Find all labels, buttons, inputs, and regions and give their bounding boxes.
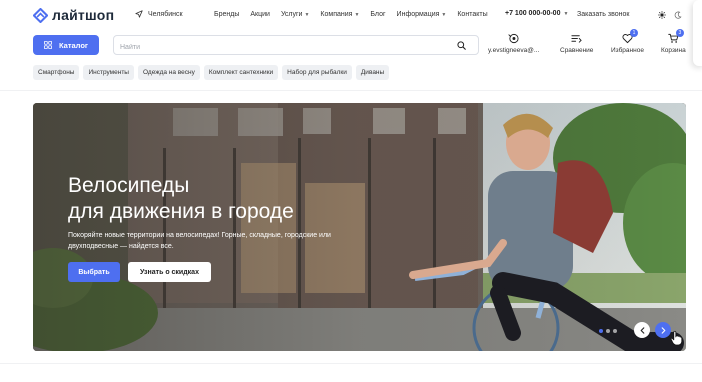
slider-dot-1[interactable]	[599, 329, 603, 333]
heart-icon: 1	[622, 29, 638, 44]
logo-mark-icon	[33, 7, 48, 23]
chip-spring-clothes[interactable]: Одежда на весну	[137, 65, 200, 80]
chip-sofas[interactable]: Диваны	[355, 65, 390, 80]
account-label: y.evstigneeva@...	[488, 47, 540, 54]
pointer-hand-icon	[670, 330, 683, 346]
catalog-button[interactable]: Каталог	[33, 35, 99, 55]
nav-item-company[interactable]: Компания ▼	[320, 11, 359, 18]
banner-title: Велосипеды для движения в городе	[68, 174, 294, 223]
location-arrow-icon	[135, 10, 143, 18]
compare-label: Сравнение	[560, 47, 594, 54]
slider-dot-2[interactable]	[606, 329, 610, 333]
nav-item-blog[interactable]: Блог	[370, 11, 385, 18]
chevron-down-icon: ▼	[304, 11, 310, 18]
logo[interactable]: лайтшоп	[33, 7, 114, 23]
slider-dots	[599, 329, 620, 333]
banner-photo	[33, 103, 686, 351]
hero-banner: Велосипеды для движения в городе Покоряй…	[33, 103, 686, 351]
nav-item-promotions[interactable]: Акции	[250, 11, 270, 18]
quick-categories: Смартфоны Инструменты Одежда на весну Ко…	[33, 65, 393, 80]
account-button[interactable]: y.evstigneeva@...	[488, 33, 539, 54]
side-panel-edge	[693, 0, 702, 66]
chevron-down-icon: ▼	[563, 10, 569, 17]
header-divider	[0, 90, 702, 91]
slider-prev-button[interactable]	[634, 322, 650, 338]
discounts-button[interactable]: Узнать о скидках	[128, 262, 211, 282]
content-divider	[0, 363, 702, 364]
nav-item-contacts[interactable]: Контакты	[457, 11, 487, 18]
chevron-right-icon	[661, 326, 665, 334]
slider-dot-3[interactable]	[613, 329, 617, 333]
nav-item-brands[interactable]: Бренды	[214, 11, 239, 18]
cart-icon: 3	[668, 29, 684, 44]
chevron-left-icon	[640, 326, 644, 334]
banner-description: Покоряйте новые территории на велосипеда…	[68, 232, 331, 250]
nav-item-information[interactable]: Информация ▼	[397, 11, 447, 18]
callback-link[interactable]: Заказать звонок	[577, 11, 629, 18]
slider-next-button[interactable]	[655, 322, 671, 338]
cart-count-badge: 3	[675, 29, 684, 37]
city-selector[interactable]: Челябинск	[135, 10, 183, 18]
chevron-down-icon: ▼	[441, 11, 447, 18]
logo-text: лайтшоп	[52, 7, 115, 23]
favorites-label: Избранное	[611, 47, 644, 54]
compare-icon	[571, 33, 582, 44]
phone-number[interactable]: +7 100 000-00-00 ▼	[505, 10, 568, 17]
chip-fishing-set[interactable]: Набор для рыбалки	[282, 65, 352, 80]
user-icon	[508, 33, 519, 44]
theme-toggle[interactable]	[654, 8, 686, 22]
search-icon[interactable]	[457, 41, 466, 50]
sun-icon[interactable]	[658, 11, 666, 19]
cart-button[interactable]: 3 Корзина	[661, 29, 686, 54]
catalog-grid-icon	[44, 41, 52, 49]
city-label: Челябинск	[148, 10, 183, 18]
top-bar: лайтшоп Челябинск Бренды Акции Услуги ▼ К…	[0, 0, 702, 30]
favorites-count-badge: 1	[629, 29, 638, 37]
chip-smartphones[interactable]: Смартфоны	[33, 65, 80, 80]
search-input[interactable]	[114, 38, 434, 57]
chip-tools[interactable]: Инструменты	[83, 65, 134, 80]
chevron-down-icon: ▼	[354, 11, 360, 18]
choose-button[interactable]: Выбрать	[68, 262, 120, 282]
cart-label: Корзина	[661, 47, 686, 54]
moon-icon[interactable]	[674, 11, 682, 19]
chip-plumbing-set[interactable]: Комплект сантехники	[203, 65, 279, 80]
favorites-button[interactable]: 1 Избранное	[611, 29, 644, 54]
nav-item-services[interactable]: Услуги ▼	[281, 11, 309, 18]
compare-button[interactable]: Сравнение	[560, 33, 593, 54]
top-navigation: Бренды Акции Услуги ▼ Компания ▼ Блог Инфо…	[214, 11, 499, 18]
search-bar	[113, 35, 479, 57]
